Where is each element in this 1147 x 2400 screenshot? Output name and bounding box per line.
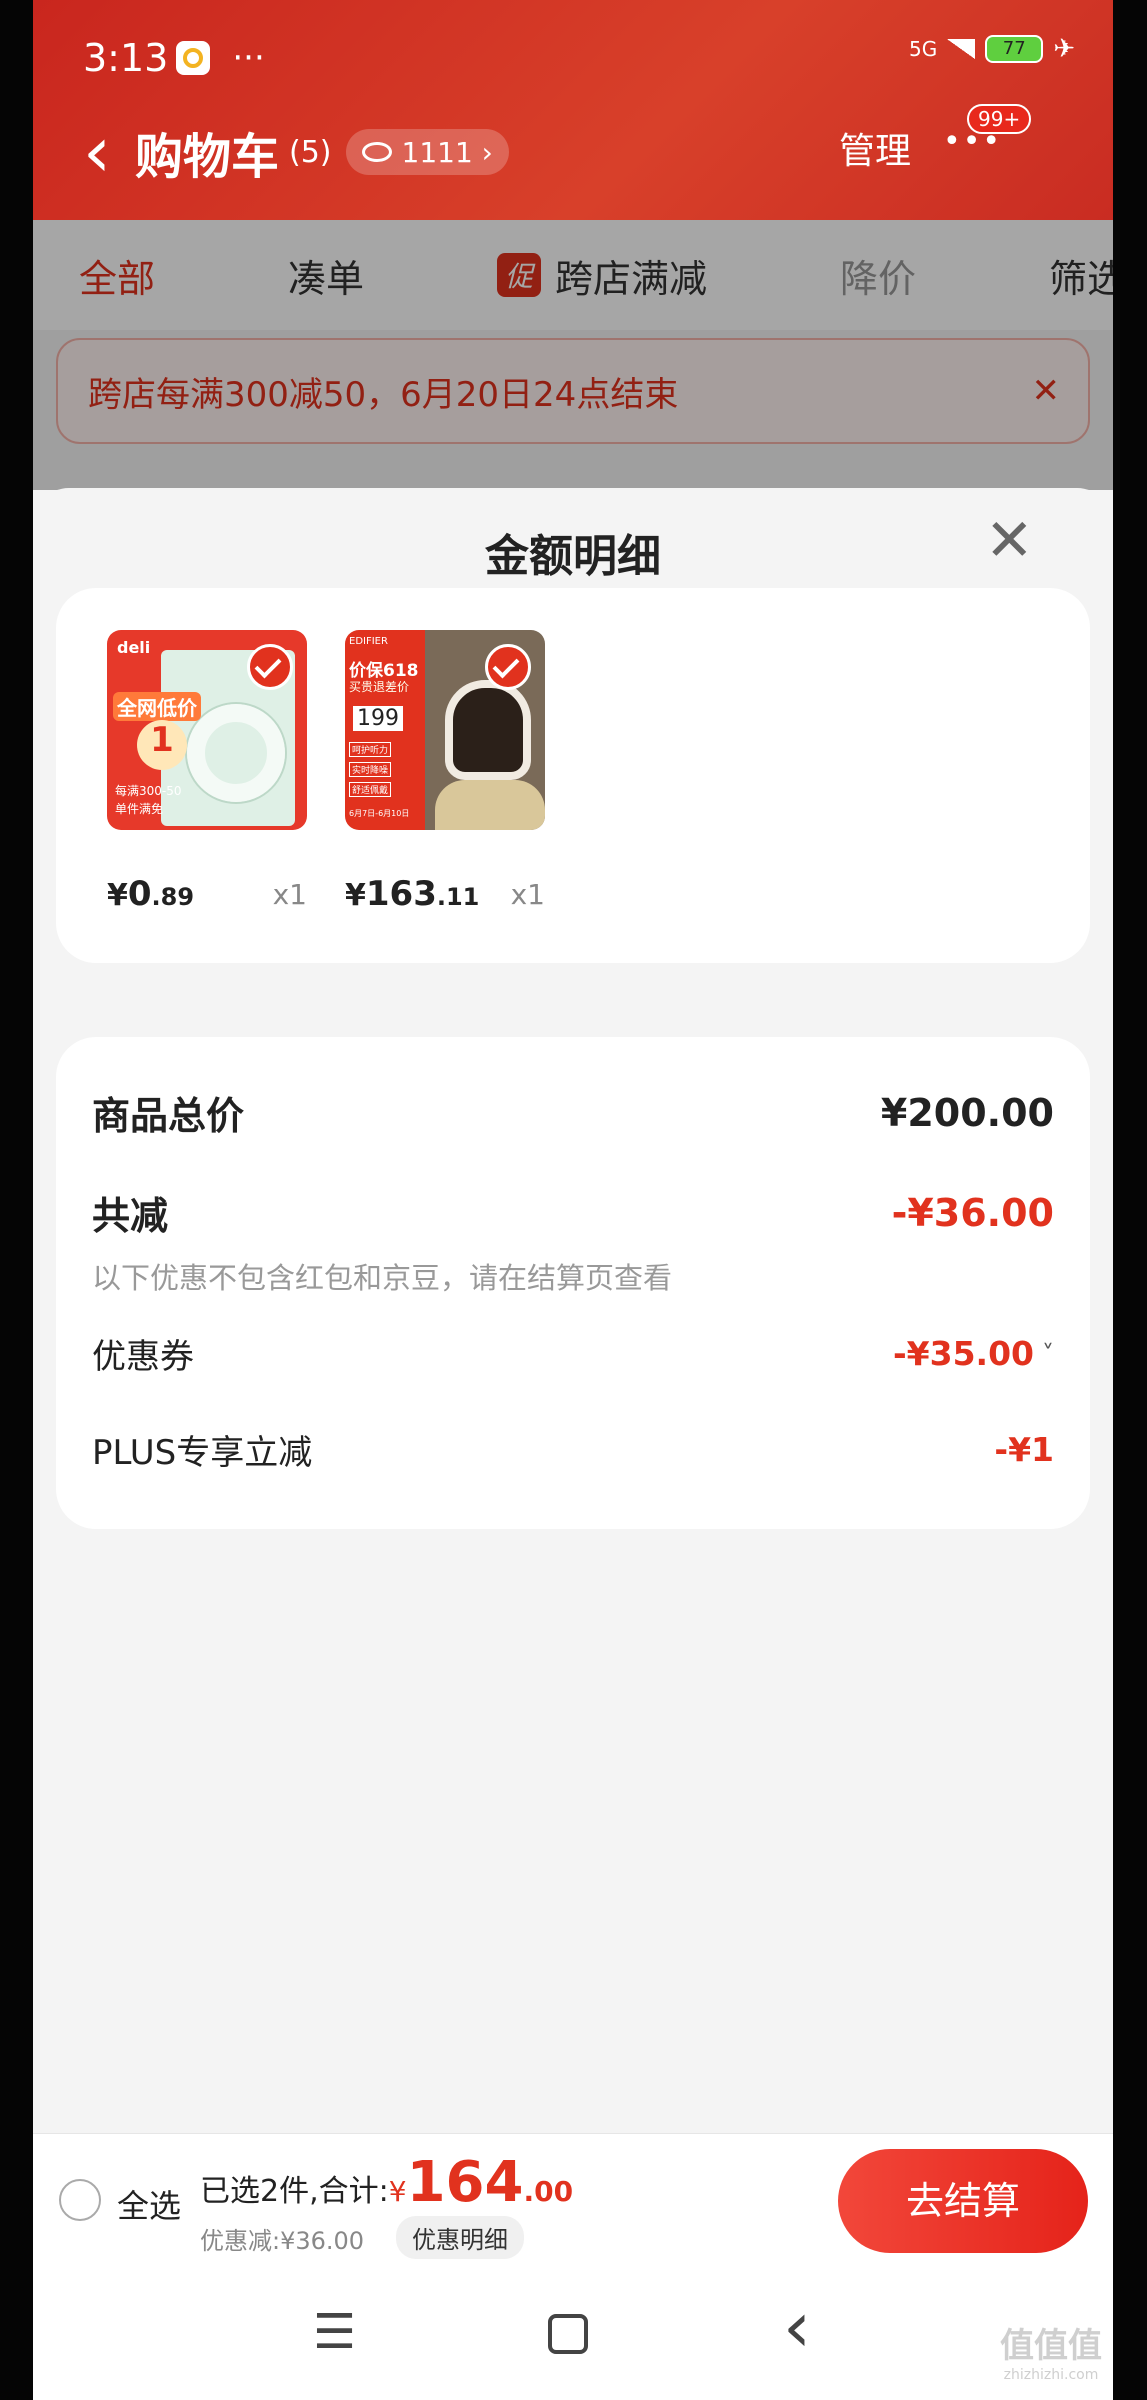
price-integer: 163 [365, 874, 437, 914]
select-all-label[interactable]: 全选 [117, 2181, 181, 2227]
product-qty: x1 [272, 877, 307, 911]
tape-roll [187, 704, 285, 802]
product-card: deli 全网低价 1 每满300-50 单件满免 ¥0.89 x1 EDIFI… [56, 588, 1090, 963]
tape-sub-label: 每满300-50 [115, 784, 182, 798]
status-icons: 5G 77 ✈ [909, 34, 1075, 64]
total-label: 商品总价 [92, 1094, 245, 1138]
tape-sub-label-2: 单件满免 [115, 802, 164, 816]
manage-button[interactable]: 管理 [839, 122, 911, 174]
product-item[interactable]: EDIFIER 价保618 买贵退差价 199 呵护听力 实时降噪 舒适佩戴 6… [345, 630, 545, 914]
cart-header: 3:13 ··· 5G 77 ✈ ‹ 购物车 (5) 1111 › 管理 •••… [33, 0, 1113, 220]
feature-2: 实时降噪 [349, 762, 392, 777]
edifier-logo: EDIFIER [349, 636, 388, 647]
feature-1: 呵护听力 [349, 742, 392, 757]
app-notification-icon [176, 41, 211, 75]
checkout-bar: 全选 已选2件,合计: ¥ 164 .00 优惠减:¥36.00 优惠明细 去结… [33, 2133, 1113, 2268]
plus-label: PLUS专享立减 [92, 1433, 313, 1473]
battery-icon: 77 [985, 35, 1044, 63]
reduce-row: 共减 -¥36.00 [92, 1185, 1054, 1240]
product-image-tape: deli 全网低价 1 每满300-50 单件满免 [107, 630, 307, 830]
person-with-headphones [445, 680, 531, 780]
title-row: ‹ 购物车 (5) 1111 › [83, 112, 509, 192]
back-nav-icon[interactable]: ‹ [783, 2286, 811, 2368]
page-title: 购物车 [135, 129, 280, 185]
selected-count: 已选2件,合计: [200, 2174, 389, 2209]
watermark-url: zhizhizhi.com [1003, 2367, 1099, 2383]
price-currency: ¥ [345, 878, 366, 913]
sheet-close-icon[interactable]: ✕ [985, 506, 1034, 574]
selected-total-row: 已选2件,合计: ¥ 164 .00 [200, 2150, 574, 2215]
coupon-label: 优惠券 [92, 1337, 194, 1377]
product-price-row: ¥0.89 x1 [107, 874, 307, 914]
home-icon[interactable] [548, 2314, 588, 2354]
deli-logo: deli [117, 638, 151, 657]
tape-promo-label: 全网低价 [113, 692, 201, 721]
select-all-radio[interactable] [59, 2179, 101, 2221]
back-button[interactable]: ‹ [83, 117, 111, 187]
headphone-price: 199 [353, 706, 403, 731]
price-integer: 0 [127, 874, 152, 914]
price-summary-card: 商品总价 ¥200.00 共减 -¥36.00 以下优惠不包含红包和京豆，请在结… [56, 1037, 1090, 1529]
overlay-mask[interactable] [33, 220, 1113, 490]
coupon-value: -¥35.00 [892, 1334, 1034, 1373]
reduce-note: 以下优惠不包含红包和京豆，请在结算页查看 [92, 1261, 673, 1295]
watermark-logo: 值值值 [1000, 2326, 1102, 2366]
sheet-title: 金额明细 [485, 531, 661, 582]
amount-detail-sheet: 金额明细 ✕ deli 全网低价 1 每满300-50 单件满免 ¥0.89 x… [33, 488, 1113, 2400]
system-nav-bar: ☰ ‹ [33, 2268, 1113, 2400]
checkout-button[interactable]: 去结算 [838, 2149, 1088, 2253]
headphone-head-2: 买贵退差价 [349, 680, 410, 694]
product-qty: x1 [510, 877, 545, 911]
follow-pill[interactable]: 1111 › [345, 129, 509, 175]
plus-row: PLUS专享立减 -¥1 [92, 1425, 1054, 1474]
feature-3: 舒适佩戴 [349, 782, 392, 797]
total-value: ¥200.00 [880, 1090, 1054, 1135]
selected-check-icon [485, 644, 531, 690]
discount-detail-button[interactable]: 优惠明细 [396, 2216, 524, 2259]
price-decimal: .11 [436, 883, 480, 911]
eye-icon [361, 142, 392, 162]
total-row: 商品总价 ¥200.00 [92, 1085, 1054, 1140]
phone-screen: 3:13 ··· 5G 77 ✈ ‹ 购物车 (5) 1111 › 管理 •••… [33, 0, 1113, 2400]
signal-icon [947, 39, 976, 59]
discount-text: 优惠减:¥36.00 [200, 2227, 365, 2255]
wifi-icon: ✈ [1053, 34, 1075, 64]
total-currency: ¥ [388, 2175, 407, 2208]
person-body [435, 780, 545, 830]
product-price-row: ¥163.11 x1 [345, 874, 545, 914]
status-more-dots: ··· [232, 38, 265, 78]
coupon-row[interactable]: 优惠券 -¥35.00 ˅ [92, 1329, 1054, 1378]
price-currency: ¥ [107, 878, 128, 913]
network-label: 5G [908, 37, 938, 61]
menu-icon[interactable]: ☰ [313, 2304, 356, 2360]
status-time-row: 3:13 ··· [83, 28, 265, 88]
cart-count: (5) [289, 134, 332, 170]
product-image-headphone: EDIFIER 价保618 买贵退差价 199 呵护听力 实时降噪 舒适佩戴 6… [345, 630, 545, 830]
reduce-label: 共减 [92, 1194, 169, 1238]
total-decimal: .00 [523, 2175, 574, 2208]
chevron-down-icon: ˅ [1042, 1339, 1054, 1368]
status-time: 3:13 [83, 36, 169, 80]
reduce-value: -¥36.00 [891, 1190, 1054, 1235]
selected-check-icon [247, 644, 293, 690]
plus-value: -¥1 [994, 1430, 1054, 1469]
product-item[interactable]: deli 全网低价 1 每满300-50 单件满免 ¥0.89 x1 [107, 630, 307, 914]
message-badge: 99+ [967, 104, 1032, 134]
total-integer: 164 [406, 2150, 524, 2215]
price-decimal: .89 [151, 883, 195, 911]
follow-count: 1111 › [401, 135, 493, 169]
headphone-date: 6月7日-6月10日 [349, 809, 410, 818]
tape-big-number: 1 [137, 720, 187, 770]
watermark: 值值值 zhizhizhi.com [1000, 2318, 1102, 2383]
